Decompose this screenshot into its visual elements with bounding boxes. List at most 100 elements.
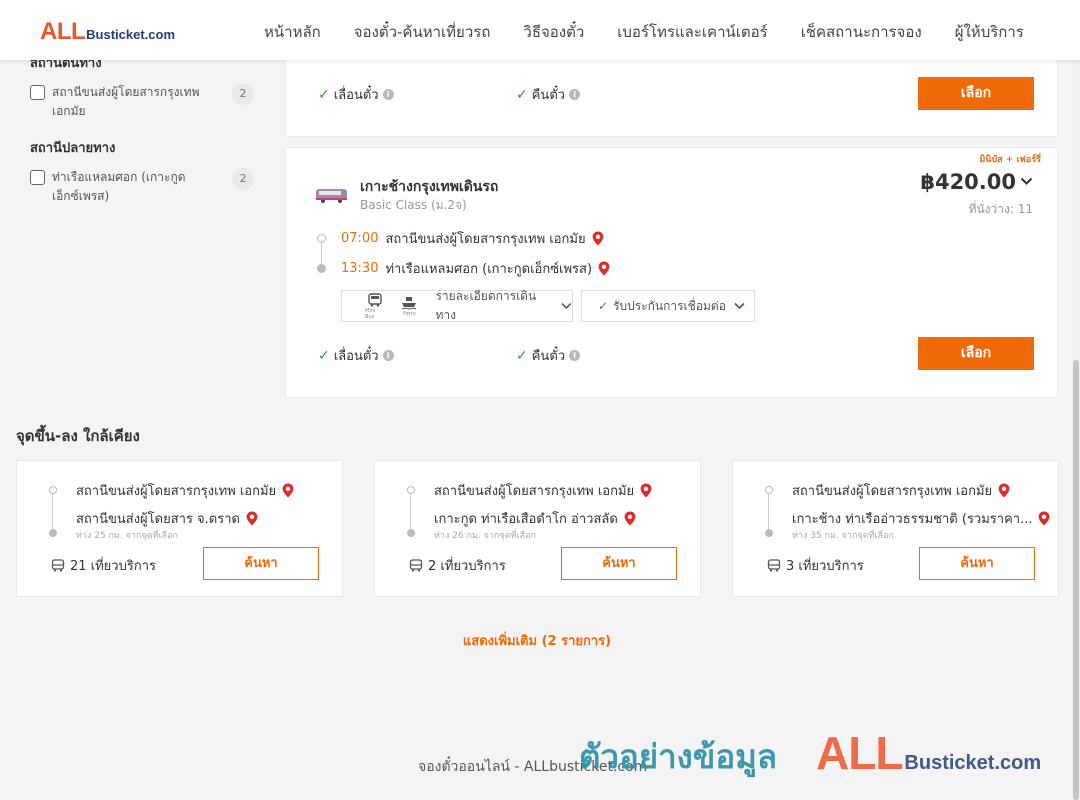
seats-available: ที่นั่งว่าง: 11: [968, 202, 1033, 216]
nearby-card: สถานีขนส่งผู้โดยสารกรุงเทพ เอกมัย สถานีข…: [16, 460, 343, 597]
map-pin-icon[interactable]: [598, 261, 610, 276]
price-toggle[interactable]: ฿420.00: [920, 170, 1033, 194]
connection-guarantee-label: รับประกันการเชื่อมต่อ: [613, 298, 726, 313]
nearby-distance: ห่าง 25 กม. จากจุดที่เลือก: [76, 531, 178, 541]
timeline-line: [52, 494, 53, 530]
timeline-start-dot: [49, 486, 57, 494]
nearby-from: สถานีขนส่งผู้โดยสารกรุงเทพ เอกมัย: [792, 480, 1010, 501]
nearby-to: เกาะกูด ท่าเรือเสือดำโก อ่าวสลัด: [434, 508, 636, 529]
check-icon: ✓: [516, 347, 528, 364]
mini-bus-caption: Mini Bus: [365, 307, 376, 320]
nav-book-search[interactable]: จองตั๋ว-ค้นหาเที่ยวรถ: [354, 20, 491, 44]
nav-operators[interactable]: ผู้ให้บริการ: [955, 20, 1024, 44]
site-logo[interactable]: ALL Busticket.com: [40, 18, 175, 46]
arrival-stop: 13:30 ท่าเรือแหลมศอก (เกาะกูดเอ็กซ์เพรส): [341, 258, 610, 279]
refund-feature: ✓ คืนตั๋ว i: [516, 345, 581, 366]
map-pin-icon[interactable]: [282, 483, 294, 498]
nearby-trips: 3 เที่ยวบริการ: [767, 555, 864, 576]
map-pin-icon[interactable]: [246, 511, 258, 526]
origin-filter-count: 2: [232, 83, 254, 105]
info-icon[interactable]: i: [382, 350, 394, 361]
nearby-distance: ห่าง 26 กม. จากจุดที่เลือก: [434, 531, 536, 541]
nav-contact-counters[interactable]: เบอร์โทรและเคาน์เตอร์: [617, 20, 767, 44]
logo-all: ALL: [40, 18, 86, 45]
reschedule-feature: ✓ เลื่อนตั๋ว i: [318, 345, 394, 366]
ferry-caption: Ferry: [403, 310, 416, 317]
site-header: ALL Busticket.com หน้าหลัก จองตั๋ว-ค้นหา…: [0, 0, 1080, 60]
scrollbar-thumb[interactable]: [1073, 360, 1079, 800]
nearby-to-label: เกาะช้าง ท่าเรืออ่าวธรรมชาติ (รวมราคา...: [792, 512, 1033, 527]
departure-station: สถานีขนส่งผู้โดยสารกรุงเทพ เอกมัย: [385, 232, 586, 247]
timeline-end-dot: [407, 529, 415, 537]
connection-guarantee-button[interactable]: ✓ รับประกันการเชื่อมต่อ: [581, 290, 755, 322]
nearby-trips-label: 21 เที่ยวบริการ: [70, 559, 156, 574]
select-button[interactable]: เลือก: [918, 337, 1034, 370]
watermark-all: ALL: [816, 727, 903, 779]
nearby-from-label: สถานีขนส่งผู้โดยสารกรุงเทพ เอกมัย: [434, 484, 635, 499]
ferry-vehicle: Ferry: [401, 296, 417, 317]
nearby-to: สถานีขนส่งผู้โดยสาร จ.ตราด: [76, 508, 258, 529]
main-nav: หน้าหลัก จองตั๋ว-ค้นหาเที่ยวรถ วิธีจองตั…: [264, 20, 1057, 44]
watermark-logo: ALL Busticket.com: [816, 726, 1041, 780]
logo-busticket: Busticket.com: [86, 27, 176, 42]
ferry-icon: [402, 296, 417, 310]
origin-filter-label: สถานีขนส่งผู้โดยสารกรุงเทพ เอกมัย: [52, 85, 200, 118]
nearby-from: สถานีขนส่งผู้โดยสารกรุงเทพ เอกมัย: [434, 480, 652, 501]
trip-details-button[interactable]: Mini Bus Ferry รายละเอียดการเดินทาง: [341, 289, 573, 322]
search-button[interactable]: ค้นหา: [203, 547, 319, 580]
chevron-down-icon: [1020, 175, 1033, 190]
nearby-distance: ห่าง 35 กม. จากจุดที่เลือก: [792, 531, 894, 541]
departure-time: 07:00: [341, 231, 379, 246]
select-button[interactable]: เลือก: [918, 77, 1034, 110]
page-scrollbar[interactable]: [1072, 60, 1080, 800]
watermark-busticket: Busticket.com: [904, 752, 1042, 774]
origin-checkbox[interactable]: [30, 85, 45, 100]
timeline-end-dot: [765, 529, 773, 537]
arrival-time: 13:30: [341, 261, 379, 276]
map-pin-icon[interactable]: [640, 483, 652, 498]
dest-filter-item[interactable]: ท่าเรือแหลมศอก (เกาะกูด เอ็กซ์เพรส) 2: [30, 168, 260, 206]
check-icon: ✓: [598, 299, 609, 313]
search-button[interactable]: ค้นหา: [561, 547, 677, 580]
info-icon[interactable]: i: [382, 89, 394, 100]
bus-icon: [409, 559, 423, 572]
timeline-line: [768, 494, 769, 530]
bus-icon: [51, 559, 65, 572]
nearby-from-label: สถานีขนส่งผู้โดยสารกรุงเทพ เอกมัย: [792, 484, 993, 499]
nearby-to-label: สถานีขนส่งผู้โดยสาร จ.ตราด: [76, 512, 240, 527]
map-pin-icon[interactable]: [998, 483, 1010, 498]
mini-bus-vehicle: Mini Bus: [365, 292, 385, 320]
nav-home[interactable]: หน้าหลัก: [264, 20, 321, 44]
departure-stop: 07:00 สถานีขนส่งผู้โดยสารกรุงเทพ เอกมัย: [341, 228, 604, 249]
bus-icon: [368, 292, 382, 307]
nearby-card: สถานีขนส่งผู้โดยสารกรุงเทพ เอกมัย เกาะช้…: [732, 460, 1059, 597]
check-icon: ✓: [318, 86, 330, 103]
trip-card-1: ✓ เลื่อนตั๋ว i ✓ คืนตั๋ว i เลือก: [285, 52, 1058, 137]
info-icon[interactable]: i: [569, 350, 581, 361]
timeline-line: [410, 494, 411, 530]
show-more-label[interactable]: แสดงเพิ่มเติม (2 รายการ): [463, 634, 611, 649]
timeline-end-dot: [49, 529, 57, 537]
map-pin-icon[interactable]: [624, 511, 636, 526]
show-more-link: แสดงเพิ่มเติม (2 รายการ): [0, 630, 1074, 651]
nav-how-to-book[interactable]: วิธีจองตั๋ว: [523, 20, 584, 44]
nav-check-booking[interactable]: เช็คสถานะการจอง: [801, 20, 922, 44]
nearby-trips-label: 3 เที่ยวบริการ: [786, 559, 864, 574]
refund-label: คืนตั๋ว: [531, 349, 566, 364]
nearby-section-title: จุดขึ้น-ลง ใกล้เคียง: [16, 427, 140, 445]
operator-name: เกาะช้างกรุงเทพเดินรถ: [360, 179, 499, 195]
dest-checkbox[interactable]: [30, 170, 45, 185]
watermark-text: ตัวอย่างข้อมูล: [579, 737, 778, 776]
map-pin-icon[interactable]: [592, 231, 604, 246]
arrival-station: ท่าเรือแหลมศอก (เกาะกูดเอ็กซ์เพรส): [385, 262, 593, 277]
bus-icon: [767, 559, 781, 572]
info-icon[interactable]: i: [569, 89, 581, 100]
refund-label: คืนตั๋ว: [531, 88, 566, 103]
nearby-trips: 2 เที่ยวบริการ: [409, 555, 506, 576]
search-button[interactable]: ค้นหา: [919, 547, 1035, 580]
timeline-start-dot: [765, 486, 773, 494]
dest-filter-heading: สถานีปลายทาง: [30, 141, 116, 156]
dest-filter-count: 2: [232, 168, 254, 190]
map-pin-icon[interactable]: [1038, 511, 1050, 526]
origin-filter-item[interactable]: สถานีขนส่งผู้โดยสารกรุงเทพ เอกมัย 2: [30, 83, 260, 121]
